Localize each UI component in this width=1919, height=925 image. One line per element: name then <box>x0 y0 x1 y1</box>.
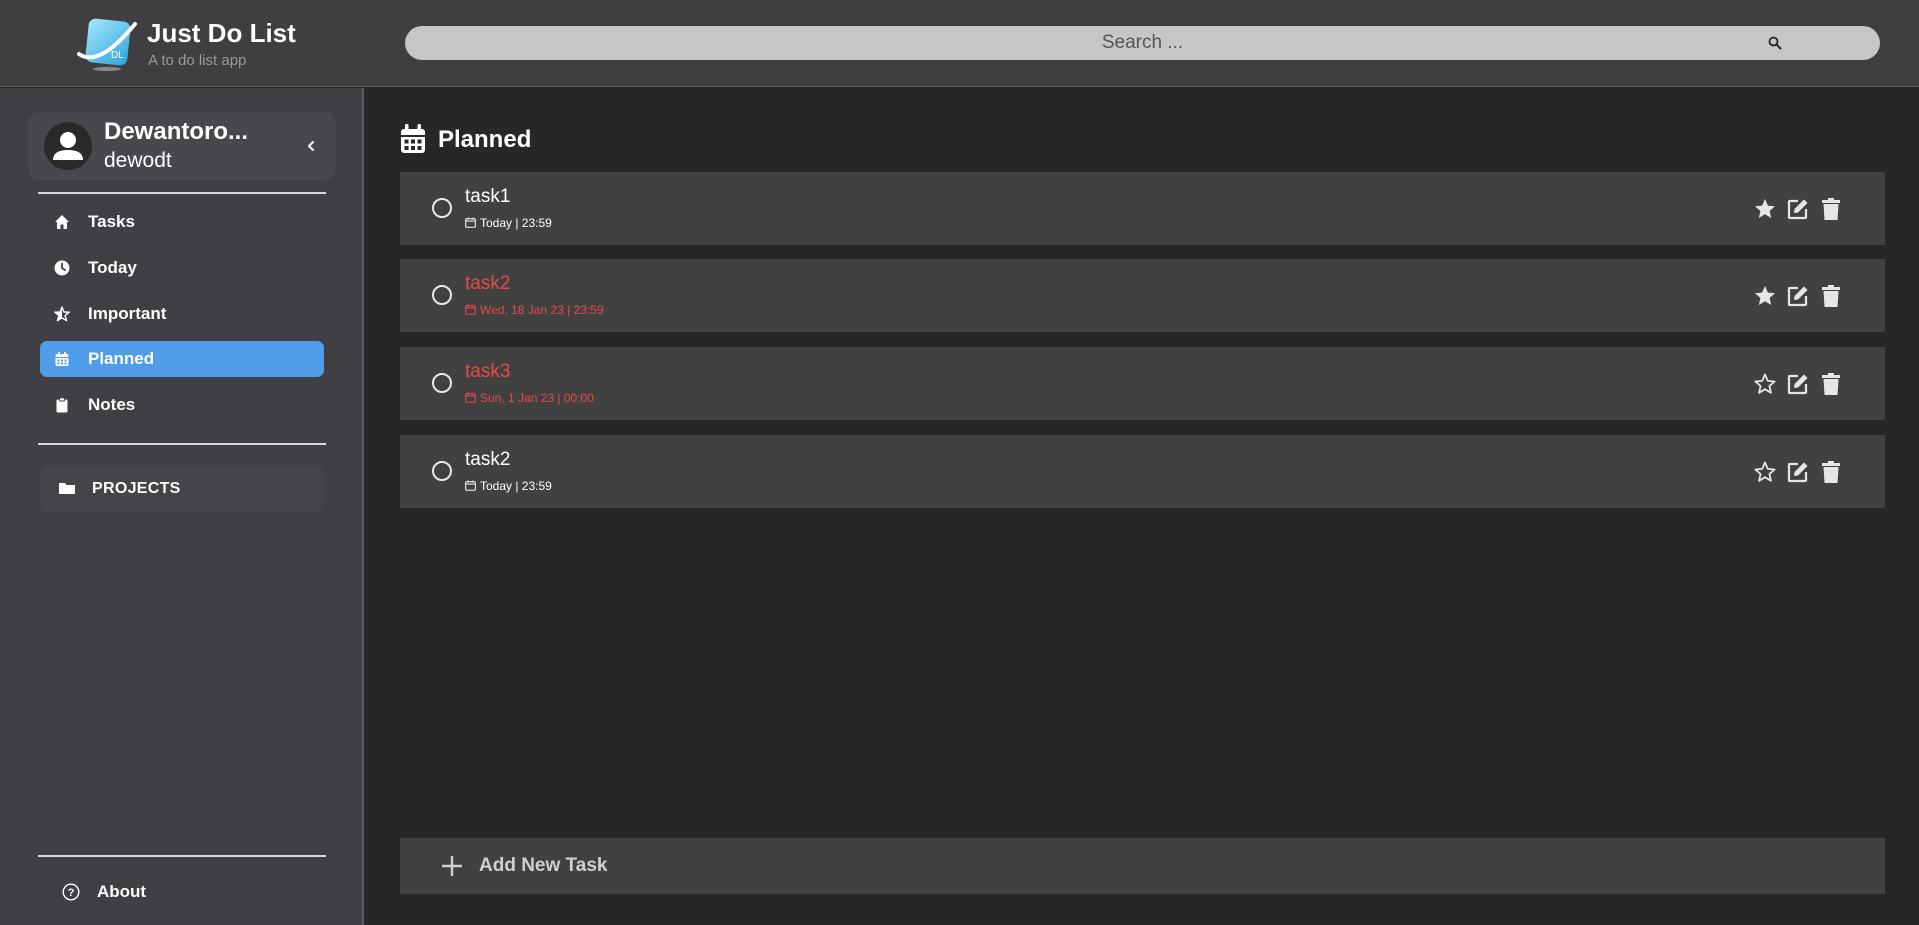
calendar-icon <box>55 352 69 366</box>
trash-icon[interactable] <box>1819 372 1843 396</box>
projects-label: PROJECTS <box>92 480 181 497</box>
trash-icon[interactable] <box>1819 460 1843 484</box>
header: DL Just Do List A to do list app <box>0 0 1919 87</box>
divider <box>38 192 326 194</box>
add-task-button[interactable]: Add New Task <box>400 838 1885 894</box>
profile-username: dewodt <box>104 149 172 172</box>
task-due-text: Today | 23:59 <box>480 479 552 493</box>
profile-card[interactable]: Dewantoro... dewodt <box>28 112 336 180</box>
sidebar-item-notes[interactable]: Notes <box>40 387 324 423</box>
task-name: task2 <box>465 449 511 470</box>
calendar-icon <box>465 304 476 315</box>
star-outline-icon[interactable] <box>1753 372 1777 396</box>
projects-section[interactable]: PROJECTS <box>40 466 324 512</box>
task-due: Today | 23:59 <box>465 479 552 493</box>
sidebar-item-planned[interactable]: Planned <box>40 341 324 377</box>
clock-icon <box>54 260 70 276</box>
edit-icon[interactable] <box>1786 197 1810 221</box>
search-bar <box>405 26 1880 60</box>
edit-icon[interactable] <box>1786 460 1810 484</box>
svg-text:?: ? <box>68 887 75 899</box>
task-item[interactable]: task2 Wed, 18 Jan 23 | 23:59 <box>400 259 1885 332</box>
about-label: About <box>97 882 147 901</box>
question-circle-icon: ? <box>62 883 80 901</box>
folder-icon <box>59 483 75 494</box>
plus-icon <box>442 856 462 876</box>
sidebar-item-label: Important <box>88 304 167 323</box>
edit-icon[interactable] <box>1786 284 1810 308</box>
task-item[interactable]: task1 Today | 23:59 <box>400 172 1885 245</box>
trash-icon[interactable] <box>1819 197 1843 221</box>
task-name: task3 <box>465 361 511 382</box>
add-task-label: Add New Task <box>479 855 608 876</box>
task-due-text: Sun, 1 Jan 23 | 00:00 <box>480 391 594 405</box>
task-due: Today | 23:59 <box>465 216 552 230</box>
trash-icon[interactable] <box>1819 284 1843 308</box>
svg-text:DL: DL <box>111 50 124 61</box>
app-subtitle: A to do list app <box>148 52 247 69</box>
app-root: DL Just Do List A to do list app Dewanto… <box>0 0 1919 925</box>
profile-name: Dewantoro... <box>104 118 249 145</box>
task-name: task1 <box>465 186 511 207</box>
edit-icon[interactable] <box>1786 372 1810 396</box>
clipboard-icon <box>56 397 68 413</box>
divider <box>38 855 326 857</box>
sidebar-item-label: Today <box>88 258 137 277</box>
calendar-icon <box>465 480 476 491</box>
complete-checkbox[interactable] <box>432 373 452 393</box>
collapse-sidebar-button[interactable] <box>304 138 318 154</box>
avatar <box>44 122 92 170</box>
task-due-text: Wed, 18 Jan 23 | 23:59 <box>480 303 604 317</box>
calendar-icon <box>465 217 476 228</box>
calendar-icon <box>465 392 476 403</box>
complete-checkbox[interactable] <box>432 461 452 481</box>
sidebar-item-label: Tasks <box>88 212 135 231</box>
sidebar-item-tasks[interactable]: Tasks <box>40 204 324 240</box>
task-due: Sun, 1 Jan 23 | 00:00 <box>465 391 594 405</box>
task-item[interactable]: task3 Sun, 1 Jan 23 | 00:00 <box>400 347 1885 420</box>
divider <box>38 443 326 445</box>
star-half-icon <box>54 306 70 322</box>
search-input[interactable] <box>405 26 1880 60</box>
task-due: Wed, 18 Jan 23 | 23:59 <box>465 303 604 317</box>
complete-checkbox[interactable] <box>432 285 452 305</box>
app-logo: DL <box>77 18 137 71</box>
user-icon <box>53 132 83 160</box>
sidebar: Dewantoro... dewodt Tasks Today Importan… <box>0 88 364 925</box>
task-due-text: Today | 23:59 <box>480 216 552 230</box>
page-title: Planned <box>438 126 532 153</box>
sidebar-item-label: Notes <box>88 395 136 414</box>
search-icon[interactable] <box>1768 36 1782 50</box>
complete-checkbox[interactable] <box>432 198 452 218</box>
sidebar-item-important[interactable]: Important <box>40 296 324 332</box>
star-filled-icon[interactable] <box>1753 284 1777 308</box>
home-icon <box>55 215 69 229</box>
sidebar-item-today[interactable]: Today <box>40 250 324 286</box>
calendar-icon <box>401 124 425 153</box>
star-filled-icon[interactable] <box>1753 197 1777 221</box>
app-title: Just Do List <box>147 18 296 48</box>
task-name: task2 <box>465 273 511 294</box>
sidebar-item-label: Planned <box>88 349 155 368</box>
task-item[interactable]: task2 Today | 23:59 <box>400 435 1885 508</box>
star-outline-icon[interactable] <box>1753 460 1777 484</box>
